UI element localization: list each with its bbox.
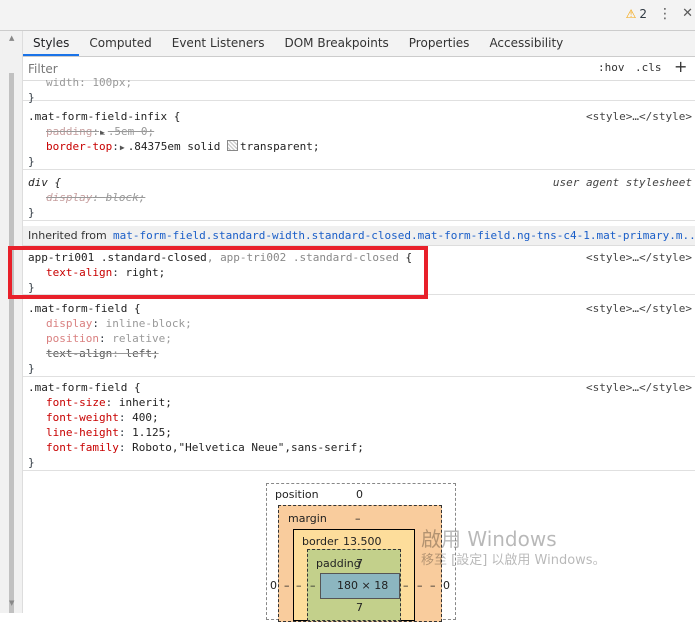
hov-toggle[interactable]: :hov bbox=[598, 61, 625, 74]
windows-activation-hint: 移至 [設定] 以啟用 Windows。 bbox=[421, 553, 606, 568]
rule-source-link[interactable]: <style>…</style> bbox=[586, 380, 692, 395]
warning-count: 2 bbox=[639, 7, 647, 21]
declaration[interactable]: padding:▶ .5em 0; bbox=[46, 124, 154, 139]
new-rule-button[interactable]: + bbox=[674, 57, 687, 76]
padding-right-value[interactable]: – bbox=[403, 579, 409, 592]
declaration[interactable]: display: block; bbox=[46, 190, 145, 205]
rule-selector[interactable]: .mat-form-field-infix { bbox=[28, 109, 180, 124]
warnings-counter[interactable]: ⚠ 2 bbox=[626, 7, 647, 21]
tab-event-listeners[interactable]: Event Listeners bbox=[162, 31, 275, 56]
declaration[interactable]: font-size: inherit; bbox=[46, 395, 172, 410]
position-right-value[interactable]: 0 bbox=[443, 579, 450, 592]
tab-computed[interactable]: Computed bbox=[79, 31, 161, 56]
style-rule: div { user agent stylesheet display: blo… bbox=[23, 174, 695, 221]
highlight-box bbox=[8, 246, 428, 299]
margin-label: margin bbox=[288, 512, 327, 525]
sidebar-tabs: Styles Computed Event Listeners DOM Brea… bbox=[23, 31, 695, 57]
padding-bottom-value[interactable]: 7 bbox=[356, 601, 363, 614]
position-value[interactable]: 0 bbox=[356, 488, 363, 501]
margin-left-value[interactable]: – bbox=[284, 579, 290, 592]
kebab-menu-icon[interactable]: ⋮ bbox=[658, 6, 672, 22]
rule-source-link[interactable]: <style>…</style> bbox=[586, 301, 692, 316]
warning-icon: ⚠ bbox=[625, 7, 637, 21]
rule-source-link[interactable]: <style>…</style> bbox=[586, 250, 692, 265]
declaration[interactable]: width: 100px; bbox=[46, 75, 132, 90]
padding-top-value[interactable]: 7 bbox=[356, 557, 363, 570]
declaration[interactable]: text-align: left; bbox=[46, 346, 159, 361]
left-scrollbar[interactable]: ▲ ▼ bbox=[0, 31, 23, 613]
rule-source-link[interactable]: <style>…</style> bbox=[586, 109, 692, 124]
border-left-value[interactable]: – bbox=[296, 579, 302, 592]
border-right-value[interactable]: – bbox=[417, 579, 423, 592]
color-swatch-icon[interactable] bbox=[227, 140, 239, 151]
declaration[interactable]: display: inline-block; bbox=[46, 316, 192, 331]
padding-label: padding bbox=[316, 557, 361, 570]
rule-source: user agent stylesheet bbox=[552, 176, 692, 189]
position-left-value[interactable]: 0 bbox=[270, 579, 277, 592]
border-value[interactable]: 13.500 bbox=[343, 535, 382, 548]
scrollbar-thumb[interactable] bbox=[9, 73, 14, 613]
declaration[interactable]: position: relative; bbox=[46, 331, 172, 346]
scroll-up-icon[interactable]: ▲ bbox=[9, 34, 14, 42]
scroll-down-icon[interactable]: ▼ bbox=[9, 599, 14, 607]
margin-right-value[interactable]: – bbox=[430, 579, 436, 592]
style-rule: .mat-form-field { <style>…</style> displ… bbox=[23, 300, 695, 377]
style-rule: .mat-form-field { <style>…</style> font-… bbox=[23, 379, 695, 471]
inherited-element-link[interactable]: mat-form-field.standard-width.standard-c… bbox=[113, 226, 695, 245]
border-label: border bbox=[302, 535, 339, 548]
declaration[interactable]: font-family: Roboto,"Helvetica Neue",san… bbox=[46, 440, 364, 455]
declaration[interactable]: font-weight: 400; bbox=[46, 410, 159, 425]
rule-selector[interactable]: .mat-form-field { bbox=[28, 301, 141, 316]
padding-left-value[interactable]: – bbox=[310, 579, 316, 592]
content-size[interactable]: 180 × 18 bbox=[337, 579, 388, 592]
rule-selector[interactable]: div { bbox=[28, 175, 61, 190]
tab-styles[interactable]: Styles bbox=[23, 31, 80, 56]
cls-toggle[interactable]: .cls bbox=[635, 61, 662, 74]
style-rule: .mat-form-field-infix { <style>…</style>… bbox=[23, 108, 695, 170]
declaration[interactable]: border-top:▶ .84375em solid transparent; bbox=[46, 139, 320, 154]
rule-selector[interactable]: .mat-form-field { bbox=[28, 380, 141, 395]
declaration[interactable]: line-height: 1.125; bbox=[46, 425, 172, 440]
inherited-label: Inherited from bbox=[28, 229, 107, 242]
position-label: position bbox=[275, 488, 319, 501]
tab-accessibility[interactable]: Accessibility bbox=[479, 31, 573, 56]
style-rule: width: 100px; } bbox=[23, 75, 695, 104]
close-icon[interactable]: ✕ bbox=[682, 6, 693, 21]
devtools-toolbar: ⚠ 2 ⋮ ✕ bbox=[0, 0, 695, 31]
margin-value[interactable]: – bbox=[355, 512, 361, 525]
windows-activation-watermark: 啟用 Windows bbox=[421, 527, 557, 551]
inherited-from-header: Inherited from mat-form-field.standard-w… bbox=[23, 226, 695, 246]
tab-dom-breakpoints[interactable]: DOM Breakpoints bbox=[274, 31, 398, 56]
tab-properties[interactable]: Properties bbox=[399, 31, 480, 56]
